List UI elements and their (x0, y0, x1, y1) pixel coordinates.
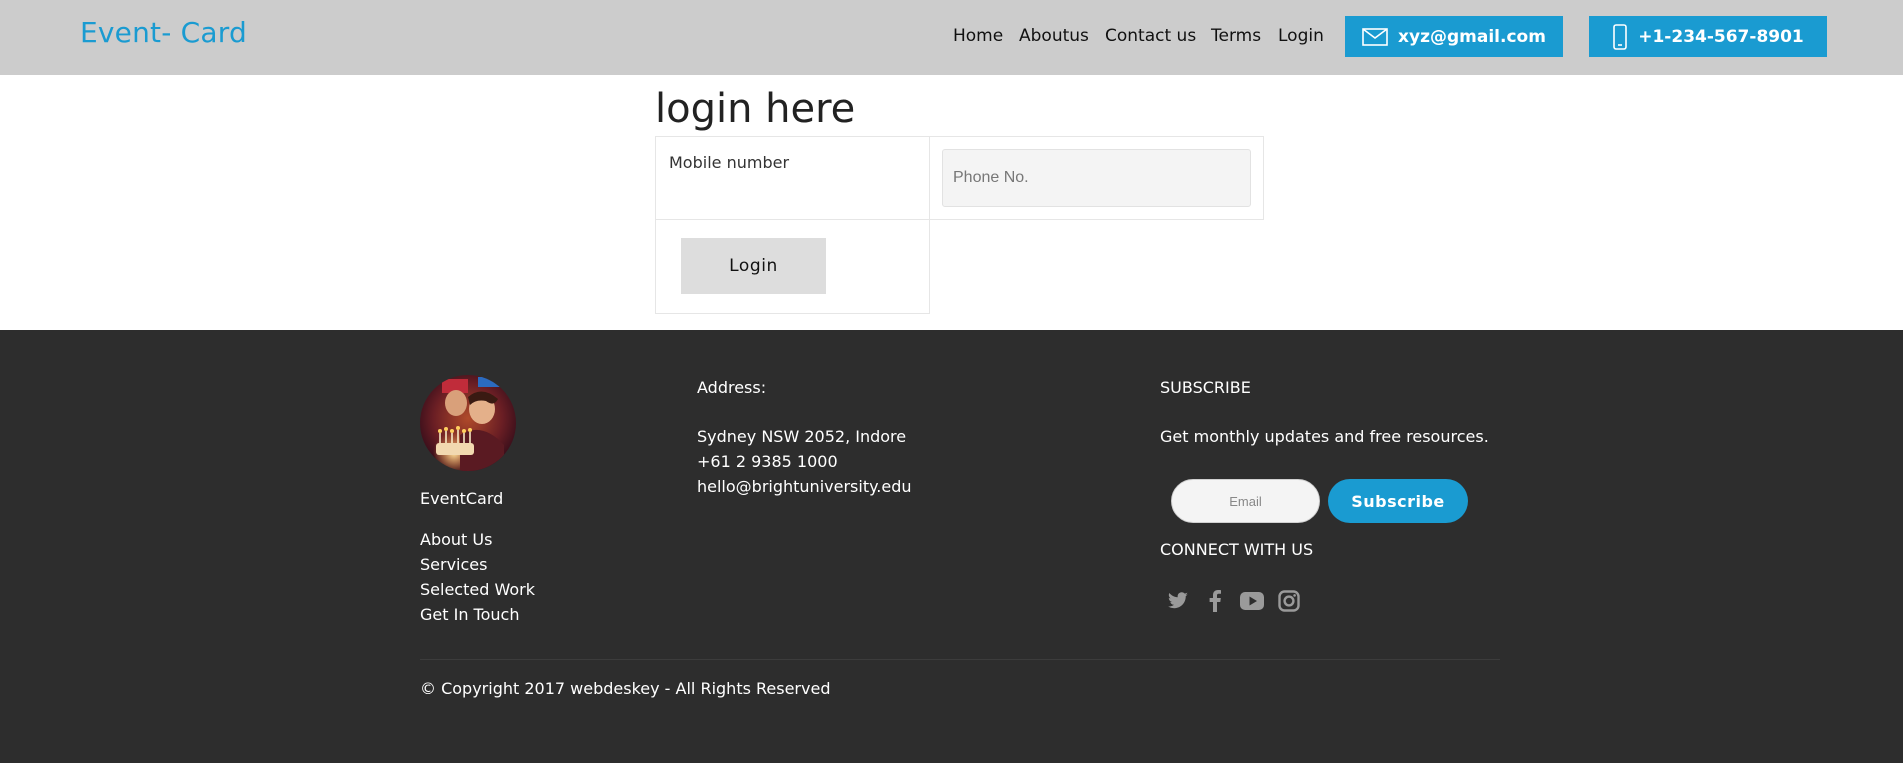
login-button[interactable]: Login (681, 238, 826, 294)
subscribe-email-input[interactable] (1171, 479, 1320, 523)
footer-link-about-us[interactable]: About Us (420, 530, 492, 549)
copyright-text: © Copyright 2017 webdeskey - All Rights … (420, 679, 831, 698)
login-form-table: Mobile number Login (655, 136, 1264, 314)
site-footer: EventCard About Us Services Selected Wor… (0, 330, 1903, 763)
mobile-label-cell: Mobile number (655, 136, 930, 220)
site-logo[interactable]: Event- Card (80, 16, 247, 49)
footer-link-services[interactable]: Services (420, 555, 487, 574)
event-card-avatar (420, 375, 516, 471)
twitter-icon[interactable] (1165, 588, 1191, 614)
nav-aboutus[interactable]: Aboutus (1019, 26, 1089, 46)
subscribe-button[interactable]: Subscribe (1328, 479, 1468, 523)
footer-link-selected-work[interactable]: Selected Work (420, 580, 535, 599)
footer-brand-name: EventCard (420, 489, 504, 508)
nav-login[interactable]: Login (1278, 26, 1324, 46)
nav-contact-us[interactable]: Contact us (1105, 26, 1196, 46)
phone-number-input[interactable] (942, 149, 1251, 207)
email-contact-text: xyz@gmail.com (1398, 26, 1546, 47)
login-heading: login here (655, 86, 856, 132)
email-contact-button[interactable]: xyz@gmail.com (1345, 16, 1563, 57)
address-heading: Address: (697, 378, 767, 397)
youtube-icon[interactable] (1239, 588, 1265, 614)
facebook-icon[interactable] (1202, 588, 1228, 614)
address-email: hello@brightuniversity.edu (697, 477, 912, 496)
connect-heading: CONNECT WITH US (1160, 540, 1314, 559)
phone-contact-button[interactable]: +1-234-567-8901 (1589, 16, 1827, 57)
footer-divider (420, 659, 1500, 660)
envelope-icon (1362, 27, 1388, 46)
phone-contact-text: +1-234-567-8901 (1638, 26, 1804, 47)
subscribe-description: Get monthly updates and free resources. (1160, 427, 1489, 446)
footer-link-get-in-touch[interactable]: Get In Touch (420, 605, 519, 624)
nav-home[interactable]: Home (953, 26, 1003, 46)
nav-terms[interactable]: Terms (1211, 26, 1261, 46)
address-line: Sydney NSW 2052, Indore (697, 427, 907, 446)
mobile-phone-icon (1612, 23, 1628, 50)
address-phone: +61 2 9385 1000 (697, 452, 838, 471)
subscribe-heading: SUBSCRIBE (1160, 378, 1251, 397)
instagram-icon[interactable] (1276, 588, 1302, 614)
mobile-number-label: Mobile number (669, 153, 790, 172)
top-navbar: Event- Card Home Aboutus Contact us Term… (0, 0, 1903, 75)
